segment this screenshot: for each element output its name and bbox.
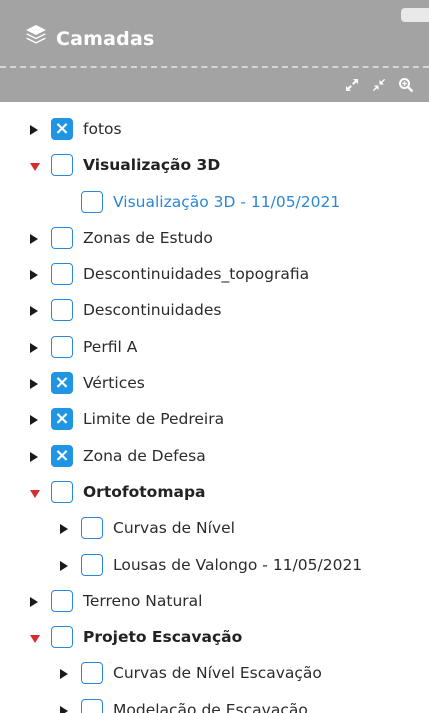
- layer-row[interactable]: Curvas de Nível: [0, 511, 429, 547]
- layer-checkbox[interactable]: [51, 263, 73, 286]
- expand-arrow-icon[interactable]: [30, 451, 38, 462]
- layer-label: Descontinuidades: [83, 301, 222, 320]
- layer-row[interactable]: Limite de Pedreira: [0, 402, 429, 438]
- layers-panel: Camadas fotos Visualização 3D Visualização…: [0, 0, 429, 713]
- layer-label: Zona de Defesa: [83, 446, 206, 465]
- layer-label: fotos: [83, 120, 122, 138]
- layer-label: Lousas de Valongo - 11/05/2021: [113, 555, 363, 574]
- layer-row[interactable]: Descontinuidades_topografia: [0, 257, 429, 293]
- layer-row[interactable]: Descontinuidades: [0, 293, 429, 329]
- expand-arrow-icon[interactable]: [30, 596, 38, 607]
- layers-icon: [26, 25, 46, 44]
- expand-all-icon[interactable]: [344, 77, 360, 93]
- expand-arrow-icon[interactable]: [30, 379, 38, 390]
- layer-row[interactable]: fotos: [0, 112, 429, 148]
- expand-arrow-icon[interactable]: [60, 524, 68, 535]
- layer-row[interactable]: Ortofotomapa: [0, 475, 429, 511]
- layer-label: Zonas de Estudo: [83, 228, 213, 247]
- layer-checkbox[interactable]: [51, 118, 73, 140]
- layer-checkbox[interactable]: [81, 517, 103, 540]
- layer-checkbox[interactable]: [51, 408, 73, 431]
- expand-arrow-icon[interactable]: [30, 342, 38, 353]
- layer-checkbox[interactable]: [81, 553, 103, 576]
- layer-row[interactable]: Curvas de Nível Escavação: [0, 656, 429, 692]
- layer-row[interactable]: Zona de Defesa: [0, 439, 429, 475]
- collapse-arrow-icon[interactable]: [30, 489, 40, 498]
- layer-checkbox[interactable]: [51, 589, 73, 612]
- layer-row[interactable]: Vértices: [0, 366, 429, 402]
- layer-label: Visualização 3D: [83, 156, 221, 175]
- expand-arrow-icon[interactable]: [30, 233, 38, 244]
- panel-title: Camadas: [56, 28, 155, 50]
- expand-arrow-icon[interactable]: [60, 669, 68, 680]
- layer-tree: fotos Visualização 3D Visualização 3D - 11…: [0, 112, 429, 713]
- layer-checkbox[interactable]: [51, 226, 73, 249]
- layer-label: Curvas de Nível Escavação: [113, 664, 322, 683]
- layer-label: Descontinuidades_topografia: [83, 265, 310, 284]
- zoom-icon[interactable]: [398, 77, 414, 93]
- layer-checkbox[interactable]: [51, 154, 73, 177]
- layer-checkbox[interactable]: [81, 190, 103, 213]
- layer-checkbox[interactable]: [51, 335, 73, 358]
- layer-row[interactable]: Visualização 3D - 11/05/2021: [0, 185, 429, 221]
- layer-label[interactable]: Visualização 3D - 11/05/2021: [113, 190, 340, 214]
- layer-row[interactable]: Projeto Escavação: [0, 620, 429, 656]
- layer-label: Ortofotomapa: [83, 482, 206, 501]
- layer-label: Terreno Natural: [83, 591, 203, 610]
- layer-label: Projeto Escavação: [83, 628, 243, 647]
- layer-row[interactable]: Perfil A: [0, 330, 429, 366]
- layer-label: Modelação de Escavação: [113, 700, 308, 713]
- expand-arrow-icon[interactable]: [30, 125, 38, 135]
- expand-arrow-icon[interactable]: [30, 415, 38, 426]
- layer-row[interactable]: Terreno Natural: [0, 584, 429, 620]
- layers-toolbar: [0, 68, 429, 102]
- layer-checkbox[interactable]: [51, 480, 73, 503]
- panel-header: Camadas: [0, 0, 429, 68]
- layer-checkbox[interactable]: [51, 444, 73, 467]
- collapse-arrow-icon[interactable]: [30, 635, 40, 644]
- layer-checkbox[interactable]: [81, 662, 103, 685]
- layer-checkbox[interactable]: [51, 626, 73, 649]
- layer-label: Vértices: [83, 374, 145, 393]
- layer-row[interactable]: Zonas de Estudo: [0, 221, 429, 257]
- expand-arrow-icon[interactable]: [60, 705, 68, 713]
- expand-arrow-icon[interactable]: [30, 306, 38, 317]
- layer-checkbox[interactable]: [81, 698, 103, 713]
- layer-checkbox[interactable]: [51, 372, 73, 395]
- collapse-all-icon[interactable]: [371, 77, 387, 93]
- layer-checkbox[interactable]: [51, 299, 73, 322]
- layer-row[interactable]: Visualização 3D: [0, 148, 429, 184]
- collapse-arrow-icon[interactable]: [30, 163, 40, 172]
- panel-collapse-tab[interactable]: [401, 8, 429, 22]
- layer-label: Curvas de Nível: [113, 519, 235, 538]
- layer-row[interactable]: Modelação de Escavação: [0, 693, 429, 713]
- layer-label: Perfil A: [83, 337, 138, 356]
- expand-arrow-icon[interactable]: [60, 560, 68, 571]
- layer-label: Limite de Pedreira: [83, 410, 225, 429]
- expand-arrow-icon[interactable]: [30, 270, 38, 281]
- layer-row[interactable]: Lousas de Valongo - 11/05/2021: [0, 548, 429, 584]
